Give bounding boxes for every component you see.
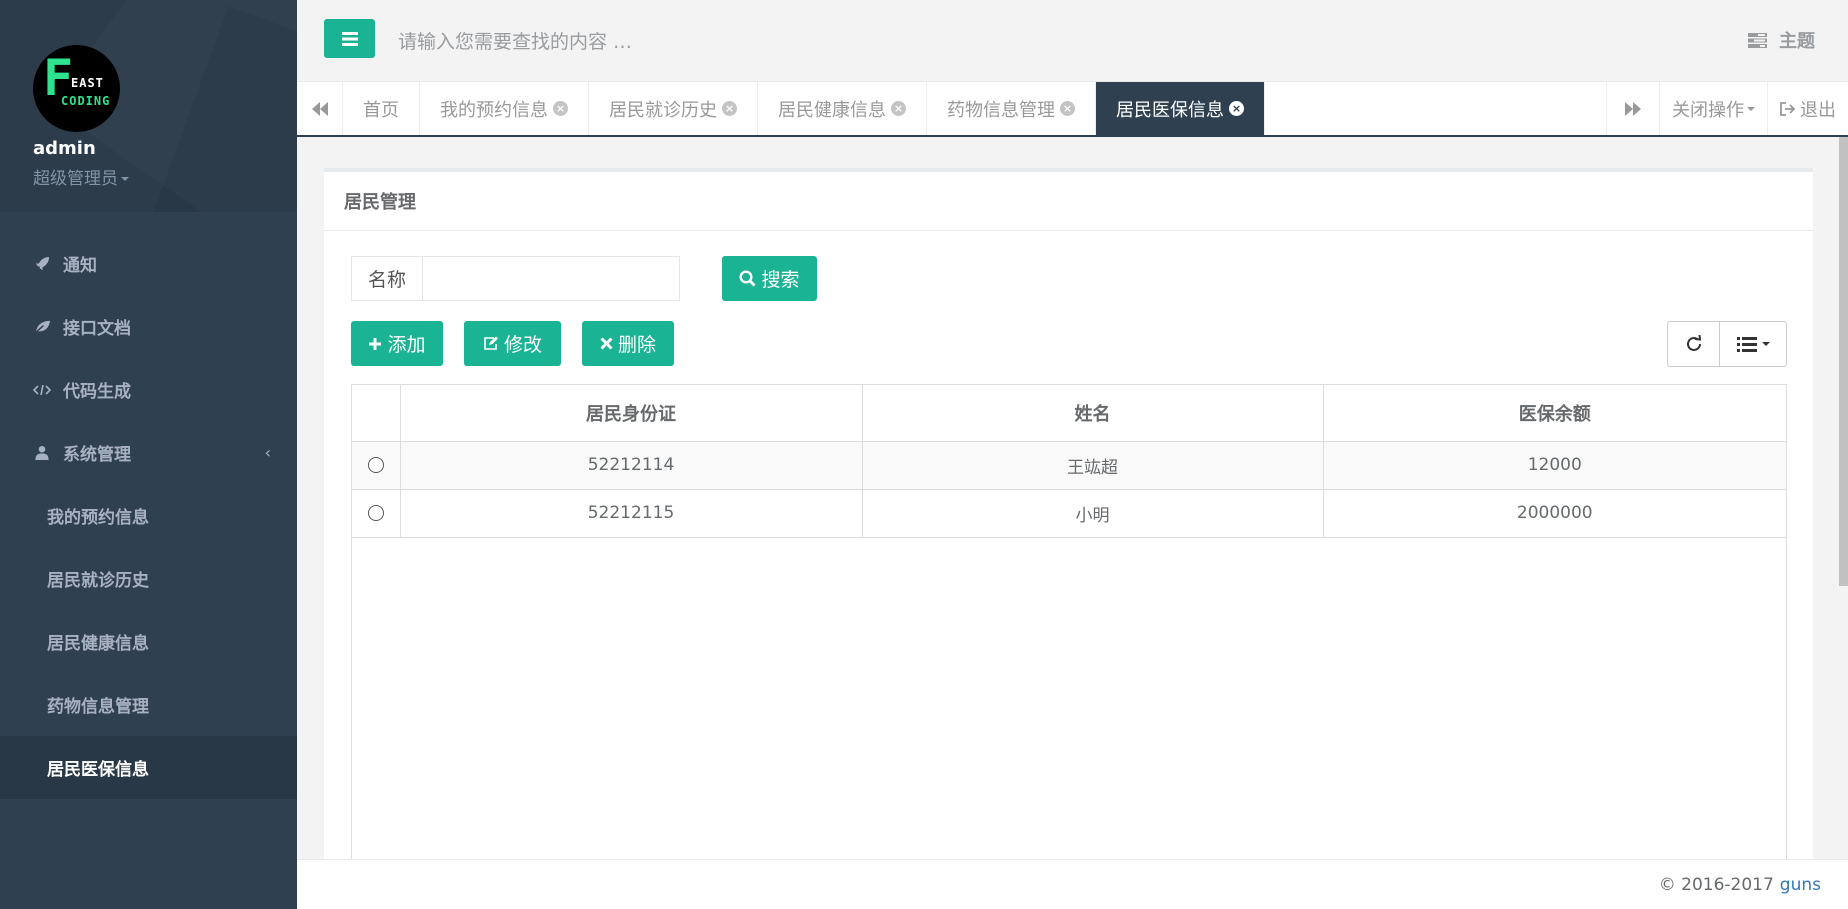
- caret-down-icon: [1747, 106, 1755, 111]
- sign-out-icon: [1780, 101, 1796, 116]
- sidebar-subitem-appointments[interactable]: 我的预约信息: [0, 484, 297, 547]
- top-header: 请输入您需要查找的内容 … 主题: [297, 0, 1848, 82]
- sidebar-item-notice[interactable]: 通知: [0, 232, 297, 295]
- list-icon: [1736, 336, 1757, 352]
- column-header-balance[interactable]: 医保余额: [1323, 385, 1786, 442]
- sidebar-subitem-visit-history[interactable]: 居民就诊历史: [0, 547, 297, 610]
- backward-icon: [311, 101, 328, 116]
- name-label: 名称: [351, 256, 423, 301]
- tabs-scroll-right-button[interactable]: [1606, 82, 1659, 135]
- chevron-left-icon: ‹: [264, 443, 271, 462]
- row-select-radio[interactable]: [367, 457, 384, 473]
- copyright-text: © 2016-2017: [1658, 874, 1774, 895]
- caret-down-icon: [1761, 342, 1770, 346]
- close-icon[interactable]: ×: [891, 101, 906, 116]
- tab-insurance[interactable]: 居民医保信息 ×: [1096, 82, 1265, 135]
- tabs-bar: 首页 我的预约信息 × 居民就诊历史 × 居民健康信息 × 药物信息管理 × 居民医保信…: [297, 82, 1848, 137]
- forward-icon: [1625, 101, 1641, 116]
- profile-section: F EAST CODING admin 超级管理员: [0, 0, 297, 212]
- tab-medicine[interactable]: 药物信息管理 ×: [927, 82, 1096, 135]
- user-role-dropdown[interactable]: 超级管理员: [33, 164, 129, 189]
- panel-title: 居民管理: [324, 172, 1813, 231]
- insurance-table: 居民身份证 姓名 医保余额 52212114 王竑超 12000 5221211: [351, 384, 1787, 859]
- edit-button[interactable]: 修改: [464, 321, 561, 366]
- tab-appointments[interactable]: 我的预约信息 ×: [420, 82, 589, 135]
- content-area: 居民管理 名称 搜索 添加 修改 删除 居民身份证 姓名 医保余额 522121…: [297, 137, 1848, 859]
- code-icon: [33, 383, 51, 397]
- menu-toggle-button[interactable]: [324, 19, 375, 58]
- edit-icon: [484, 336, 498, 350]
- sidebar-subitem-health-info[interactable]: 居民健康信息: [0, 610, 297, 673]
- cell-id-card: 52212114: [400, 441, 863, 490]
- sidebar-subitem-insurance[interactable]: 居民医保信息: [0, 736, 297, 799]
- cell-name: 王竑超: [862, 441, 1324, 490]
- footer-link-guns[interactable]: guns: [1780, 875, 1821, 895]
- tasks-icon: [1748, 32, 1767, 48]
- close-icon[interactable]: ×: [1060, 101, 1075, 116]
- theme-button[interactable]: 主题: [1748, 27, 1815, 53]
- sidebar-item-api-docs[interactable]: 接口文档: [0, 295, 297, 358]
- search-icon: [739, 270, 756, 287]
- caret-down-icon: [121, 177, 129, 181]
- row-select-radio[interactable]: [367, 505, 384, 521]
- column-header-id-card[interactable]: 居民身份证: [400, 385, 863, 442]
- add-button[interactable]: 添加: [351, 321, 443, 366]
- hamburger-icon: [341, 31, 358, 46]
- tab-visit-history[interactable]: 居民就诊历史 ×: [589, 82, 758, 135]
- resident-panel: 居民管理 名称 搜索 添加 修改 删除 居民身份证 姓名 医保余额 522121…: [324, 168, 1813, 859]
- columns-toggle-button[interactable]: [1720, 322, 1786, 366]
- column-header-name[interactable]: 姓名: [862, 385, 1324, 442]
- user-name: admin: [33, 138, 96, 159]
- sidebar-item-system[interactable]: 系统管理 ‹: [0, 421, 297, 484]
- footer: © 2016-2017 guns: [297, 859, 1848, 909]
- refresh-icon: [1686, 335, 1701, 351]
- table-row[interactable]: 52212115 小明 2000000: [352, 489, 1786, 538]
- cell-id-card: 52212115: [400, 489, 863, 538]
- sidebar-item-code-gen[interactable]: 代码生成: [0, 358, 297, 421]
- sidebar-subitem-medicine[interactable]: 药物信息管理: [0, 673, 297, 736]
- leaf-icon: [33, 319, 51, 334]
- close-icon[interactable]: ×: [553, 101, 568, 116]
- close-icon[interactable]: ×: [1229, 101, 1244, 116]
- table-tools: [1667, 321, 1787, 367]
- rocket-icon: [33, 256, 51, 271]
- logo: F EAST CODING: [33, 45, 120, 132]
- action-toolbar: 添加 修改 删除: [351, 321, 695, 366]
- search-button[interactable]: 搜索: [722, 256, 817, 301]
- sidebar-nav: 通知 接口文档 代码生成 系统管理 ‹ 我的预约信息 居民就诊历史 居民健康信息…: [0, 232, 297, 799]
- cell-balance: 12000: [1323, 441, 1786, 490]
- plus-icon: [369, 337, 382, 350]
- logout-button[interactable]: 退出: [1767, 82, 1848, 135]
- delete-button[interactable]: 删除: [582, 321, 674, 366]
- tabs-scroll-left-button[interactable]: [297, 82, 343, 135]
- user-icon: [33, 445, 51, 460]
- close-operations-dropdown[interactable]: 关闭操作: [1659, 82, 1767, 135]
- search-form: 名称 搜索: [351, 256, 817, 301]
- times-icon: [600, 337, 613, 350]
- vertical-scrollbar[interactable]: [1839, 137, 1848, 586]
- tab-health-info[interactable]: 居民健康信息 ×: [758, 82, 927, 135]
- cell-balance: 2000000: [1323, 489, 1786, 538]
- select-column-header: [352, 385, 401, 442]
- tab-home[interactable]: 首页: [343, 82, 420, 135]
- name-input[interactable]: [423, 256, 680, 301]
- table-row[interactable]: 52212114 王竑超 12000: [352, 441, 1786, 490]
- sidebar: F EAST CODING admin 超级管理员 通知 接口文档 代码生成 系…: [0, 0, 297, 909]
- global-search-input[interactable]: 请输入您需要查找的内容 …: [398, 27, 632, 54]
- close-icon[interactable]: ×: [722, 101, 737, 116]
- table-header-row: 居民身份证 姓名 医保余额: [352, 385, 1786, 442]
- cell-name: 小明: [862, 489, 1324, 538]
- refresh-button[interactable]: [1668, 322, 1720, 366]
